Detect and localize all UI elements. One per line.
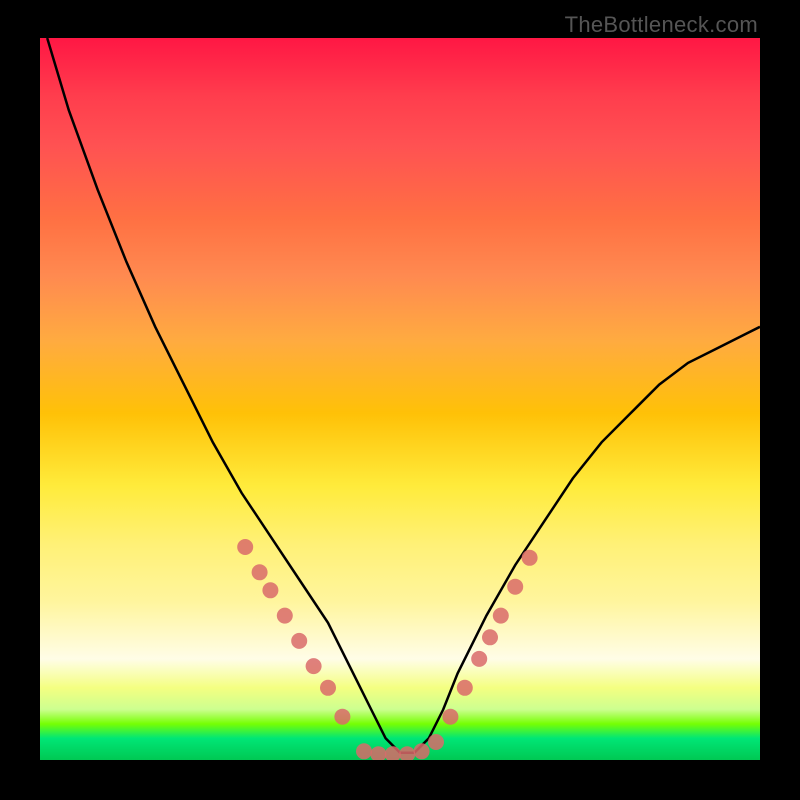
data-marker bbox=[482, 629, 498, 645]
data-marker bbox=[457, 680, 473, 696]
data-marker bbox=[306, 658, 322, 674]
chart-frame: TheBottleneck.com bbox=[0, 0, 800, 800]
plot-area bbox=[40, 38, 760, 760]
data-marker bbox=[428, 734, 444, 750]
data-marker bbox=[291, 633, 307, 649]
data-markers bbox=[237, 539, 537, 760]
data-marker bbox=[356, 743, 372, 759]
data-marker bbox=[262, 582, 278, 598]
data-marker bbox=[522, 550, 538, 566]
data-marker bbox=[320, 680, 336, 696]
data-marker bbox=[334, 709, 350, 725]
data-marker bbox=[442, 709, 458, 725]
data-marker bbox=[385, 746, 401, 760]
data-marker bbox=[399, 746, 415, 760]
data-marker bbox=[370, 746, 386, 760]
data-marker bbox=[493, 608, 509, 624]
data-marker bbox=[507, 579, 523, 595]
chart-svg bbox=[40, 38, 760, 760]
data-marker bbox=[277, 608, 293, 624]
data-marker bbox=[237, 539, 253, 555]
data-marker bbox=[252, 564, 268, 580]
bottleneck-curve bbox=[47, 38, 760, 753]
data-marker bbox=[414, 743, 430, 759]
data-marker bbox=[471, 651, 487, 667]
watermark-text: TheBottleneck.com bbox=[565, 12, 758, 38]
